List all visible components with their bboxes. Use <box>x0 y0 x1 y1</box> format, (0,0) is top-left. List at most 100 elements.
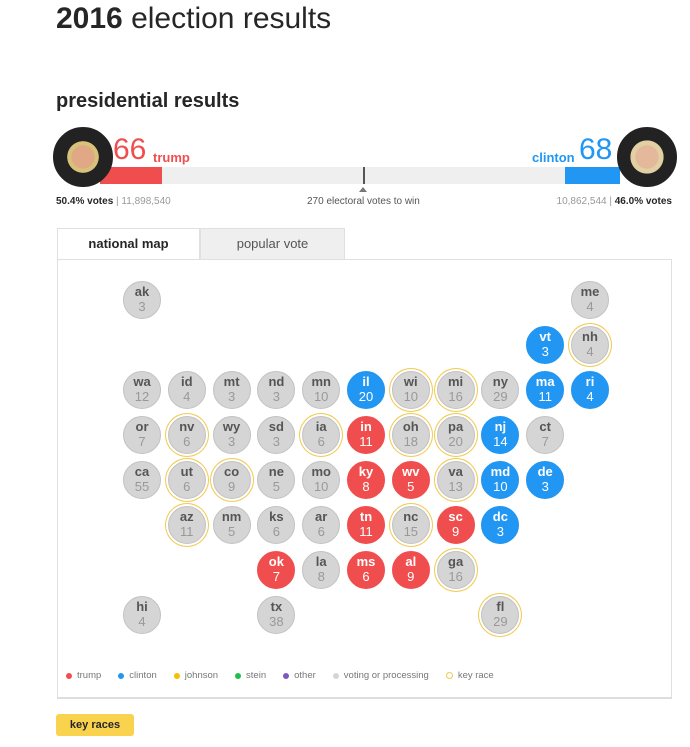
state-hi[interactable]: hi 4 <box>123 596 161 634</box>
clinton-popular-votes: 10,862,544 | 46.0% votes <box>556 196 672 207</box>
state-electoral-votes: 9 <box>407 569 415 584</box>
state-pa[interactable]: pa 20 <box>436 416 475 454</box>
state-ks[interactable]: ks 6 <box>257 506 296 544</box>
state-electoral-votes: 6 <box>362 569 370 584</box>
state-abbreviation: tn <box>359 509 373 524</box>
state-electoral-votes: 20 <box>448 434 463 449</box>
state-ar[interactable]: ar 6 <box>302 506 341 544</box>
state-abbreviation: hi <box>136 599 148 614</box>
state-nh[interactable]: nh 4 <box>571 326 609 364</box>
state-nj[interactable]: nj 14 <box>481 416 520 454</box>
state-ky[interactable]: ky 8 <box>347 461 385 499</box>
state-abbreviation: mo <box>311 464 331 479</box>
legend-item-other: other <box>283 670 316 681</box>
state-dc[interactable]: dc 3 <box>481 506 520 544</box>
state-abbreviation: md <box>490 464 511 479</box>
state-de[interactable]: de 3 <box>526 461 565 499</box>
state-ok[interactable]: ok 7 <box>257 551 296 589</box>
state-oh[interactable]: oh 18 <box>391 416 430 454</box>
state-az[interactable]: az 11 <box>167 506 206 544</box>
state-ak[interactable]: ak 3 <box>123 281 161 319</box>
state-sc[interactable]: sc 9 <box>436 506 475 544</box>
state-abbreviation: ri <box>585 374 595 389</box>
state-electoral-votes: 4 <box>183 389 191 404</box>
state-electoral-votes: 13 <box>448 479 463 494</box>
state-abbreviation: ar <box>315 509 328 524</box>
state-me[interactable]: me 4 <box>571 281 609 319</box>
state-abbreviation: co <box>224 464 240 479</box>
state-fl[interactable]: fl 29 <box>481 596 520 634</box>
clinton-avatar <box>617 127 677 187</box>
state-abbreviation: de <box>537 464 553 479</box>
state-la[interactable]: la 8 <box>302 551 341 589</box>
state-wy[interactable]: wy 3 <box>212 416 251 454</box>
state-abbreviation: mi <box>448 374 464 389</box>
state-ma[interactable]: ma 11 <box>526 371 565 409</box>
state-tx[interactable]: tx 38 <box>257 596 296 634</box>
section-title: presidential results <box>56 90 240 112</box>
state-nv[interactable]: nv 6 <box>167 416 206 454</box>
state-abbreviation: va <box>448 464 463 479</box>
state-abbreviation: al <box>405 554 417 569</box>
state-abbreviation: nh <box>582 329 598 344</box>
state-ca[interactable]: ca 55 <box>123 461 161 499</box>
state-va[interactable]: va 13 <box>436 461 475 499</box>
tab-national-map[interactable]: national map <box>57 228 200 260</box>
state-co[interactable]: co 9 <box>212 461 251 499</box>
state-abbreviation: ny <box>492 374 508 389</box>
state-electoral-votes: 4 <box>586 389 594 404</box>
clinton-name: clinton <box>532 150 575 165</box>
state-abbreviation: tx <box>270 599 283 614</box>
state-ia[interactable]: ia 6 <box>302 416 341 454</box>
state-ct[interactable]: ct 7 <box>526 416 565 454</box>
state-mn[interactable]: mn 10 <box>302 371 341 409</box>
state-id[interactable]: id 4 <box>167 371 206 409</box>
tab-popular-vote[interactable]: popular vote <box>200 228 345 260</box>
state-abbreviation: il <box>362 374 370 389</box>
state-md[interactable]: md 10 <box>481 461 520 499</box>
state-electoral-votes: 3 <box>227 434 236 449</box>
state-in[interactable]: in 11 <box>347 416 385 454</box>
state-ne[interactable]: ne 5 <box>257 461 296 499</box>
key-races-button[interactable]: key races <box>56 714 134 736</box>
state-abbreviation: sd <box>268 419 284 434</box>
state-abbreviation: oh <box>402 419 419 434</box>
state-abbreviation: la <box>315 554 327 569</box>
state-abbreviation: az <box>179 509 194 524</box>
state-electoral-votes: 18 <box>403 434 419 449</box>
state-ny[interactable]: ny 29 <box>481 371 520 409</box>
state-abbreviation: wv <box>402 464 420 479</box>
state-wi[interactable]: wi 10 <box>391 371 430 409</box>
state-abbreviation: ga <box>448 554 464 569</box>
legend-label: clinton <box>129 670 157 681</box>
state-nd[interactable]: nd 3 <box>257 371 296 409</box>
state-al[interactable]: al 9 <box>391 551 430 589</box>
legend-item-johnson: johnson <box>173 670 218 681</box>
state-electoral-votes: 10 <box>403 389 419 404</box>
state-ms[interactable]: ms 6 <box>347 551 385 589</box>
state-wa[interactable]: wa 12 <box>123 371 161 409</box>
state-mt[interactable]: mt 3 <box>212 371 251 409</box>
state-electoral-votes: 3 <box>541 344 549 359</box>
dot-icon <box>235 672 242 679</box>
state-nc[interactable]: nc 15 <box>391 506 430 544</box>
state-or[interactable]: or 7 <box>123 416 161 454</box>
state-wv[interactable]: wv 5 <box>391 461 430 499</box>
state-ga[interactable]: ga 16 <box>436 551 475 589</box>
state-electoral-votes: 3 <box>227 389 236 404</box>
state-tn[interactable]: tn 11 <box>347 506 385 544</box>
state-abbreviation: ok <box>268 554 284 569</box>
state-nm[interactable]: nm 5 <box>212 506 251 544</box>
state-mo[interactable]: mo 10 <box>302 461 341 499</box>
state-abbreviation: nd <box>268 374 285 389</box>
dot-icon <box>66 672 72 679</box>
state-sd[interactable]: sd 3 <box>257 416 296 454</box>
state-electoral-votes: 4 <box>586 299 594 314</box>
state-il[interactable]: il 20 <box>347 371 385 409</box>
state-ri[interactable]: ri 4 <box>571 371 609 409</box>
state-vt[interactable]: vt 3 <box>526 326 565 364</box>
state-mi[interactable]: mi 16 <box>436 371 475 409</box>
clinton-bar-fill <box>565 167 620 184</box>
state-ut[interactable]: ut 6 <box>167 461 206 499</box>
state-electoral-votes: 3 <box>138 299 146 314</box>
